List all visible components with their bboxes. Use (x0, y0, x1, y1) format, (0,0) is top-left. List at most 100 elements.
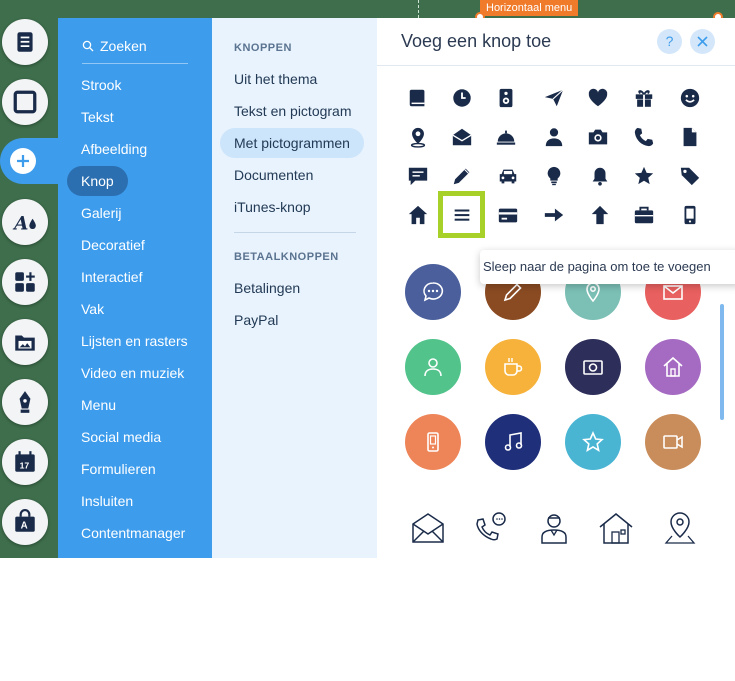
horizontal-menu-tag[interactable]: Horizontaal menu (480, 0, 579, 16)
circle-camera-button[interactable] (565, 339, 621, 395)
book-icon-button[interactable] (405, 85, 431, 111)
category-strook[interactable]: Strook (81, 75, 121, 95)
star-icon-button[interactable] (631, 163, 657, 189)
category-social-media[interactable]: Social media (81, 427, 161, 447)
pencil-icon (453, 168, 470, 185)
scrollbar[interactable] (720, 304, 724, 420)
category-decoratief[interactable]: Decoratief (81, 235, 145, 255)
header-divider (377, 65, 735, 66)
bell-icon-button[interactable] (587, 163, 613, 189)
help-button[interactable]: ? (657, 29, 682, 54)
apps-button[interactable] (2, 259, 48, 305)
outline-location-button[interactable] (661, 509, 699, 547)
subcategory-uit-het-thema[interactable]: Uit het thema (234, 71, 317, 87)
user-icon (424, 358, 442, 377)
panel-title: Voeg een knop toe (401, 31, 552, 51)
gift-icon-button[interactable] (631, 85, 657, 111)
document-icon-button[interactable] (677, 124, 703, 150)
add-button[interactable] (0, 138, 66, 184)
service-bell-icon-button[interactable] (493, 124, 519, 150)
category-galerij[interactable]: Galerij (81, 203, 121, 223)
category-lijsten-en-rasters[interactable]: Lijsten en rasters (81, 331, 188, 351)
arrow-right-icon (544, 208, 564, 222)
pen-nib-icon (19, 391, 31, 413)
camera-icon-button[interactable] (585, 124, 611, 150)
user-icon (545, 128, 563, 147)
outline-person-button[interactable] (535, 509, 573, 547)
circle-coffee-button[interactable] (485, 339, 541, 395)
arrow-up-icon (591, 205, 609, 225)
arrow-up-icon-button[interactable] (587, 202, 613, 228)
close-button[interactable] (690, 29, 715, 54)
category-vak[interactable]: Vak (81, 299, 104, 319)
mobile-icon-button[interactable] (677, 202, 703, 228)
category-contentmanager[interactable]: Contentmanager (81, 523, 185, 543)
svg-text:A: A (21, 521, 28, 532)
category-tekst[interactable]: Tekst (81, 107, 114, 127)
outline-house-button[interactable] (597, 509, 635, 547)
section-title-betaalknoppen: BETAALKNOPPEN (234, 251, 339, 263)
phone-icon-button[interactable] (631, 124, 657, 150)
section-divider (234, 232, 356, 233)
category-interactief[interactable]: Interactief (81, 267, 142, 287)
search-field[interactable]: Zoeken (82, 34, 188, 64)
blog-button[interactable] (2, 379, 48, 425)
smile-icon-button[interactable] (677, 85, 703, 111)
circle-user-button[interactable] (405, 339, 461, 395)
store-button[interactable]: A (2, 499, 48, 545)
mobile-icon (427, 432, 439, 452)
video-icon (663, 435, 683, 449)
subcategory-itunes-knop[interactable]: iTunes-knop (234, 199, 311, 215)
bookings-button[interactable]: 17 (2, 439, 48, 485)
user-icon-button[interactable] (541, 124, 567, 150)
circle-mobile-button[interactable] (405, 414, 461, 470)
location-icon-button[interactable] (405, 124, 431, 150)
category-insluiten[interactable]: Insluiten (81, 491, 133, 511)
pages-icon (17, 32, 33, 52)
car-icon-button[interactable] (495, 163, 521, 189)
pages-button[interactable] (2, 19, 48, 65)
tooltip-arrow (468, 258, 480, 276)
theme-button[interactable]: A (2, 199, 48, 245)
subcategory-documenten[interactable]: Documenten (234, 167, 313, 183)
circle-video-button[interactable] (645, 414, 701, 470)
send-icon (544, 89, 564, 107)
send-icon-button[interactable] (541, 85, 567, 111)
clock-icon-button[interactable] (449, 85, 475, 111)
tag-icon (680, 167, 700, 186)
circle-music-button[interactable] (485, 414, 541, 470)
outline-phone-chat-button[interactable] (471, 509, 509, 547)
subcategory-betalingen[interactable]: Betalingen (234, 280, 300, 296)
tag-icon-button[interactable] (677, 163, 703, 189)
outline-envelope-button[interactable] (409, 509, 447, 547)
pencil-icon-button[interactable] (449, 163, 475, 189)
subcategory-paypal[interactable]: PayPal (234, 312, 278, 328)
circle-star-button[interactable] (565, 414, 621, 470)
chat-icon-button[interactable] (405, 163, 431, 189)
subcategory-met-pictogrammen[interactable]: Met pictogrammen (220, 128, 364, 158)
arrow-right-icon-button[interactable] (541, 202, 567, 228)
credit-card-icon-button[interactable] (495, 202, 521, 228)
category-video-en-muziek[interactable]: Video en muziek (81, 363, 184, 383)
briefcase-icon-button[interactable] (631, 202, 657, 228)
category-menu[interactable]: Menu (81, 395, 116, 415)
media-button[interactable] (2, 319, 48, 365)
heart-icon-button[interactable] (585, 85, 611, 111)
open-envelope-icon-button[interactable] (449, 124, 475, 150)
car-icon (499, 169, 517, 184)
bell-icon (592, 167, 608, 186)
category-afbeelding[interactable]: Afbeelding (81, 139, 147, 159)
lightbulb-icon-button[interactable] (541, 163, 567, 189)
drag-tooltip: Sleep naar de pagina om toe te voegen (480, 250, 735, 284)
speaker-icon-button[interactable] (493, 85, 519, 111)
home-icon-button[interactable] (405, 202, 431, 228)
editor-screen: Horizontaal menu A 17 A Zoeken Strook Te… (0, 0, 735, 681)
menu-icon-button[interactable] (449, 202, 475, 228)
circle-home-button[interactable] (645, 339, 701, 395)
circle-chat-button[interactable] (405, 264, 461, 320)
speaker-icon (499, 88, 513, 108)
subcategory-tekst-en-pictogram[interactable]: Tekst en pictogram (234, 103, 352, 119)
category-formulieren[interactable]: Formulieren (81, 459, 156, 479)
category-knop[interactable]: Knop (67, 166, 128, 196)
background-button[interactable] (2, 79, 48, 125)
